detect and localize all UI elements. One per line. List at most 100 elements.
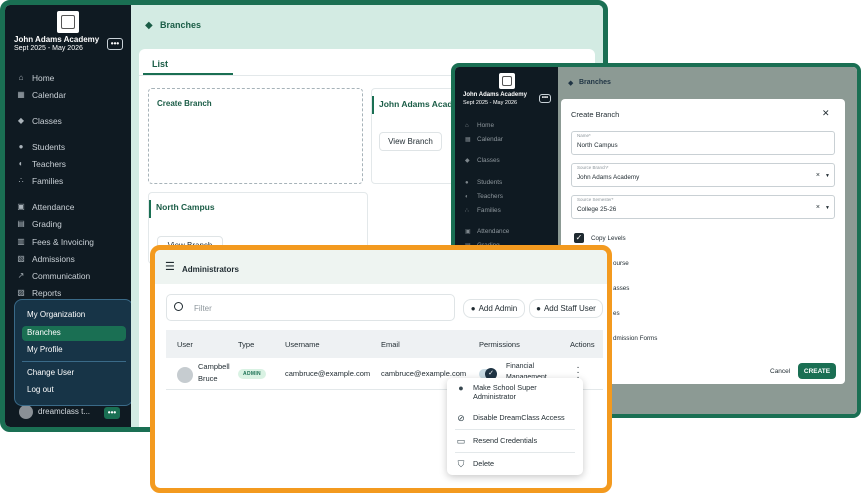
- nav-students[interactable]: ● Students: [465, 179, 502, 186]
- person-icon: ●: [18, 142, 24, 151]
- nav-families[interactable]: ∴ Families: [465, 207, 501, 214]
- nav-label: Students: [477, 179, 503, 186]
- person-off-icon: ⊘: [457, 413, 465, 423]
- admissions-icon: ▧: [17, 254, 25, 263]
- send-icon: ↗: [17, 271, 25, 280]
- chevron-down-icon[interactable]: ▼: [825, 205, 830, 211]
- nav-label: Attendance: [32, 202, 75, 212]
- add-admin-button[interactable]: ● Add Admin: [463, 299, 525, 318]
- field-label: Source Branch*: [577, 165, 609, 170]
- card-accent: [149, 200, 151, 218]
- user-name: dreamclass t...: [38, 407, 91, 416]
- nav-label: Teachers: [477, 193, 503, 200]
- menu-resend-credentials[interactable]: ▭ Resend Credentials: [455, 436, 537, 446]
- menu-my-organization[interactable]: My Organization: [27, 310, 85, 319]
- add-staff-user-button[interactable]: ● Add Staff User: [529, 299, 603, 318]
- menu-label: Make School Super Administrator: [473, 383, 537, 401]
- nav-label: Attendance: [477, 228, 510, 235]
- org-more-button[interactable]: •••: [107, 38, 123, 50]
- nav-home[interactable]: ⌂ Home: [465, 122, 494, 129]
- source-semester-select[interactable]: Source Semester* College 25-26 × ▼: [571, 195, 835, 219]
- source-branch-select[interactable]: Source Branch* John Adams Academy × ▼: [571, 163, 835, 187]
- graduation-cap-icon: ◆: [568, 80, 574, 87]
- avatar[interactable]: [19, 405, 33, 419]
- nav-classes[interactable]: ◆ Classes: [465, 157, 500, 164]
- org-dates: Sept 2025 - May 2026: [463, 100, 518, 106]
- nav-label: Students: [32, 142, 66, 152]
- nav-label: Calendar: [32, 90, 66, 100]
- table-header: User Type Username Email Permissions Act…: [166, 330, 603, 358]
- nav-teachers[interactable]: ◐ Teachers: [17, 157, 66, 171]
- nav-label: Home: [477, 122, 495, 129]
- nav-label: Admissions: [32, 254, 75, 264]
- status-badge: ADMIN: [238, 369, 266, 379]
- create-branch-card[interactable]: Create Branch: [148, 88, 363, 184]
- menu-make-super-admin[interactable]: ● Make School Super Administrator: [455, 383, 537, 401]
- menu-icon[interactable]: ☰: [165, 260, 175, 273]
- home-icon: ⌂: [465, 122, 469, 129]
- button-label: Add Admin: [478, 304, 518, 313]
- tab-list[interactable]: List: [152, 59, 168, 69]
- page-title: Branches: [579, 79, 611, 86]
- nav-reports[interactable]: ▨ Reports: [17, 286, 61, 300]
- field-label: Name*: [577, 133, 591, 138]
- user-more-button[interactable]: •••: [104, 407, 120, 419]
- menu-change-user[interactable]: Change User: [27, 368, 74, 377]
- menu-delete[interactable]: ⛉ Delete: [455, 459, 494, 469]
- menu-disable-access[interactable]: ⊘ Disable DreamClass Access: [455, 413, 564, 423]
- field-value: John Adams Academy: [577, 174, 640, 181]
- clear-icon[interactable]: ×: [816, 172, 820, 179]
- nav-communication[interactable]: ↗ Communication: [17, 269, 91, 283]
- column-type: Type: [238, 340, 255, 349]
- org-dates: Sept 2025 - May 2026: [14, 45, 83, 52]
- nav-label: Families: [477, 207, 501, 214]
- school-logo: [57, 11, 79, 33]
- nav-calendar[interactable]: ▦ Calendar: [17, 88, 66, 102]
- name-field[interactable]: Name* North Campus: [571, 131, 835, 155]
- nav-label: Teachers: [32, 159, 66, 169]
- branch-name: North Campus: [156, 202, 215, 212]
- nav-teachers[interactable]: ◐ Teachers: [465, 193, 503, 200]
- id-card-icon: ▭: [456, 436, 466, 446]
- nav-fees[interactable]: ▥ Fees & Invoicing: [17, 235, 94, 249]
- nav-attendance[interactable]: ▣ Attendance: [17, 200, 74, 214]
- menu-divider: [455, 452, 575, 453]
- email-cell: cambruce@example.com: [381, 369, 467, 378]
- calendar-icon: ▦: [465, 136, 471, 143]
- nav-calendar[interactable]: ▦ Calendar: [465, 136, 503, 143]
- card-accent: [372, 96, 374, 114]
- person-add-icon: ●: [458, 383, 464, 393]
- nav-classes[interactable]: ◆ Classes: [17, 114, 62, 128]
- filter-input[interactable]: Filter: [166, 294, 455, 321]
- chevron-down-icon[interactable]: ▼: [825, 173, 830, 179]
- reports-icon: ▨: [17, 288, 25, 297]
- nav-label: Families: [32, 176, 64, 186]
- button-label: Add Staff User: [543, 304, 596, 313]
- copy-levels-checkbox[interactable]: ✓: [574, 233, 584, 243]
- column-permissions: Permissions: [479, 340, 520, 349]
- close-icon[interactable]: ✕: [822, 108, 830, 119]
- cancel-button[interactable]: Cancel: [770, 368, 790, 375]
- option-label: dmission Forms: [613, 335, 658, 342]
- nav-label: Grading: [32, 219, 62, 229]
- column-user: User: [177, 340, 193, 349]
- admin-title: Administrators: [182, 265, 239, 274]
- create-button[interactable]: CREATE: [798, 363, 836, 379]
- menu-log-out[interactable]: Log out: [27, 385, 54, 394]
- menu-branches[interactable]: Branches: [27, 328, 61, 337]
- nav-admissions[interactable]: ▧ Admissions: [17, 252, 75, 266]
- nav-families[interactable]: ∴ Families: [17, 174, 63, 188]
- view-branch-button[interactable]: View Branch: [379, 132, 442, 151]
- menu-my-profile[interactable]: My Profile: [27, 345, 63, 354]
- field-value: North Campus: [577, 142, 618, 149]
- family-icon: ∴: [465, 207, 469, 214]
- nav-grading[interactable]: ▤ Grading: [17, 217, 62, 231]
- option-label: es: [613, 310, 620, 317]
- org-more-button[interactable]: •••: [539, 94, 551, 103]
- clear-icon[interactable]: ×: [816, 204, 820, 211]
- nav-label: Communication: [32, 271, 91, 281]
- page-header: ◆ Branches: [131, 5, 603, 45]
- nav-attendance[interactable]: ▣ Attendance: [465, 228, 509, 235]
- nav-students[interactable]: ● Students: [17, 140, 65, 154]
- nav-home[interactable]: ⌂ Home: [17, 71, 55, 85]
